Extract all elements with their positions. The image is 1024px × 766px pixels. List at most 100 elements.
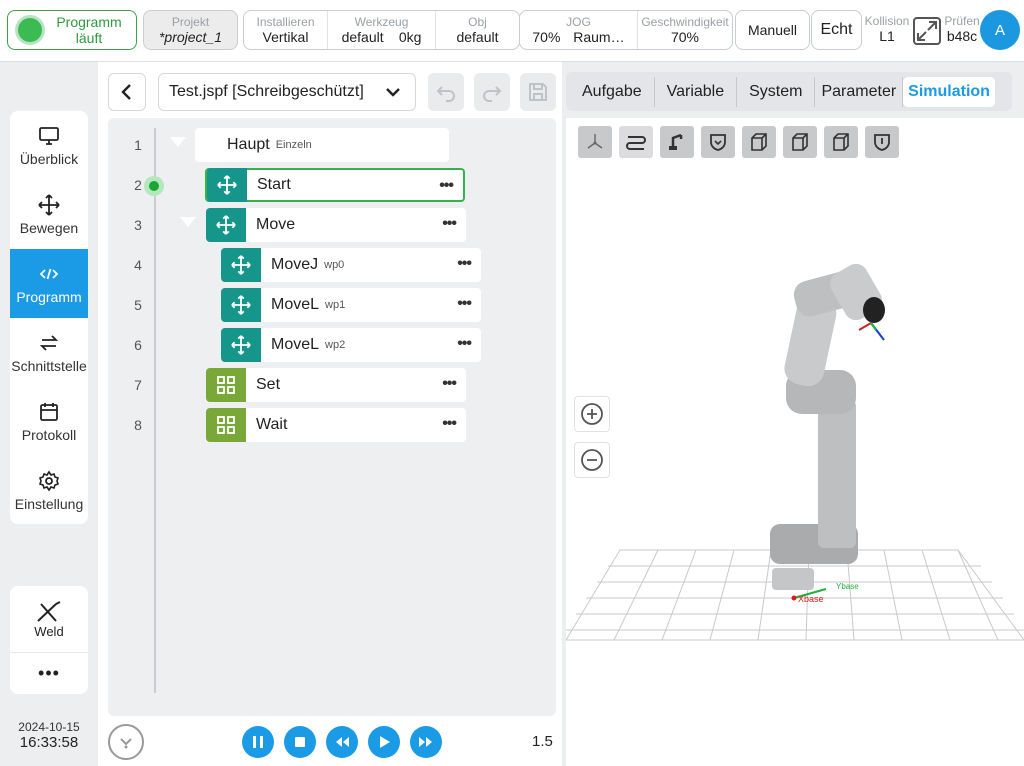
manual-mode-button[interactable]: Manuell	[735, 10, 810, 50]
install-tool-obj-group[interactable]: Installieren Vertikal Werkzeug default 0…	[243, 10, 520, 50]
collision-label: Kollision	[864, 14, 910, 28]
save-button[interactable]	[520, 73, 556, 111]
right-panel: Aufgabe Variable System Parameter Simula…	[566, 72, 1024, 766]
node-menu-button[interactable]: •••	[457, 255, 472, 273]
real-mode-button[interactable]: Echt	[811, 10, 862, 50]
node-name: Start	[257, 176, 291, 193]
nav-label: Protokoll	[21, 426, 77, 443]
play-icon	[380, 736, 390, 748]
line-number: 8	[134, 417, 142, 433]
nav-item-interface[interactable]: Schnittstelle	[10, 318, 88, 387]
undo-icon	[436, 86, 455, 102]
node-menu-button[interactable]: •••	[457, 295, 472, 313]
collapse-triangle-icon[interactable]	[170, 137, 186, 147]
playback-speed[interactable]: 1.5	[532, 733, 553, 750]
tool-cell[interactable]: Werkzeug default 0kg	[328, 11, 436, 49]
collision-indicator[interactable]: Kollision L1	[864, 14, 910, 45]
node-menu-button[interactable]: •••	[439, 177, 454, 195]
redo-button[interactable]	[474, 73, 510, 111]
file-dropdown[interactable]: Test.jspf [Schreibgeschützt]	[158, 73, 416, 111]
back-button[interactable]	[108, 73, 146, 111]
program-node-start[interactable]: Start •••	[205, 168, 465, 202]
play-button[interactable]	[368, 726, 400, 758]
line-number: 1	[134, 137, 142, 153]
file-name: Test.jspf [Schreibgeschützt]	[169, 83, 364, 100]
tab-system[interactable]: System	[737, 76, 816, 107]
program-node-movel[interactable]: MoveL wp1 •••	[221, 288, 481, 322]
jog-cell[interactable]: JOG 70% Raum…	[520, 11, 638, 49]
nav-item-settings[interactable]: Einstellung	[10, 456, 88, 524]
install-cell[interactable]: Installieren Vertikal	[244, 11, 328, 49]
tab-parameter[interactable]: Parameter	[815, 76, 904, 107]
install-value: Vertikal	[262, 29, 309, 45]
obj-cell[interactable]: Obj default	[436, 11, 519, 49]
grid-icon	[206, 408, 246, 442]
nav-item-log[interactable]: Protokoll	[10, 387, 88, 456]
node-menu-button[interactable]: •••	[442, 415, 457, 433]
weld-torch-icon	[37, 600, 61, 622]
stop-icon	[295, 737, 305, 747]
scroll-down-button[interactable]	[108, 724, 144, 760]
nav-label: Schnittstelle	[11, 357, 87, 374]
program-row: 3 Move •••	[108, 208, 556, 244]
date-text: 2024-10-15	[18, 720, 80, 734]
nav-item-overview[interactable]: Überblick	[10, 111, 88, 180]
project-selector[interactable]: Projekt *project_1	[143, 10, 238, 50]
nav-label: Programm	[16, 288, 82, 305]
gear-icon	[38, 470, 60, 491]
program-node-movel[interactable]: MoveL wp2 •••	[221, 328, 481, 362]
obj-value: default	[456, 29, 499, 45]
collapse-triangle-icon[interactable]	[180, 217, 196, 227]
user-avatar[interactable]: A	[980, 10, 1020, 50]
program-node-wait[interactable]: Wait •••	[206, 408, 466, 442]
nav-item-program[interactable]: Programm	[10, 249, 88, 318]
node-menu-button[interactable]: •••	[442, 215, 457, 233]
program-row: 8 Wait •••	[108, 408, 556, 444]
simulation-viewport[interactable]: Xbase Ybase	[566, 118, 1024, 766]
jog-speed-group[interactable]: JOG 70% Raum… Geschwindigkeit 70%	[519, 10, 733, 50]
program-row: 7 Set •••	[108, 368, 556, 404]
install-label: Installieren	[256, 15, 315, 29]
expand-icon[interactable]	[912, 16, 942, 46]
node-sub: wp1	[325, 299, 346, 311]
right-tabs: Aufgabe Variable System Parameter Simula…	[566, 72, 1012, 111]
node-menu-button[interactable]: •••	[457, 335, 472, 353]
nav-label: Einstellung	[14, 495, 84, 512]
speed-cell[interactable]: Geschwindigkeit 70%	[638, 11, 732, 49]
program-node-movej[interactable]: MoveJ wp0 •••	[221, 248, 481, 282]
program-panel: Test.jspf [Schreibgeschützt] 1 Haupt Ein…	[98, 62, 562, 766]
robot-scene: Xbase Ybase	[566, 263, 1024, 641]
node-name: Haupt	[227, 136, 270, 153]
move-icon	[207, 168, 247, 202]
nav-item-weld[interactable]: Weld	[10, 586, 88, 653]
move-icon	[221, 248, 261, 282]
tab-task[interactable]: Aufgabe	[570, 76, 655, 107]
stop-button[interactable]	[284, 726, 316, 758]
line-number: 5	[134, 297, 142, 313]
robot-arm	[770, 263, 885, 601]
step-back-button[interactable]	[326, 726, 358, 758]
program-node-root[interactable]: Haupt Einzeln	[195, 128, 449, 162]
program-status-button[interactable]: Programm läuft	[7, 10, 137, 50]
nav-item-move[interactable]: Bewegen	[10, 180, 88, 249]
check-indicator[interactable]: Prüfen b48c	[942, 14, 982, 45]
program-status-text: Programm läuft	[56, 14, 122, 46]
tab-simulation[interactable]: Simulation	[903, 76, 995, 107]
undo-button[interactable]	[428, 73, 464, 111]
step-forward-button[interactable]	[410, 726, 442, 758]
monitor-icon	[39, 126, 59, 145]
line-number: 3	[134, 217, 142, 233]
pause-button[interactable]	[242, 726, 274, 758]
program-node-set[interactable]: Set •••	[206, 368, 466, 402]
node-menu-button[interactable]: •••	[442, 375, 457, 393]
current-line-indicator-icon	[144, 176, 164, 196]
nav-label: Bewegen	[19, 219, 79, 236]
project-label: Projekt	[171, 15, 210, 29]
more-button[interactable]: •••	[10, 653, 88, 693]
time-text: 16:33:58	[19, 734, 79, 751]
jog-label: JOG	[566, 15, 591, 29]
calendar-icon	[40, 402, 58, 421]
program-node-move[interactable]: Move •••	[206, 208, 466, 242]
program-row: 2 Start •••	[108, 168, 556, 204]
tab-variable[interactable]: Variable	[655, 76, 738, 107]
